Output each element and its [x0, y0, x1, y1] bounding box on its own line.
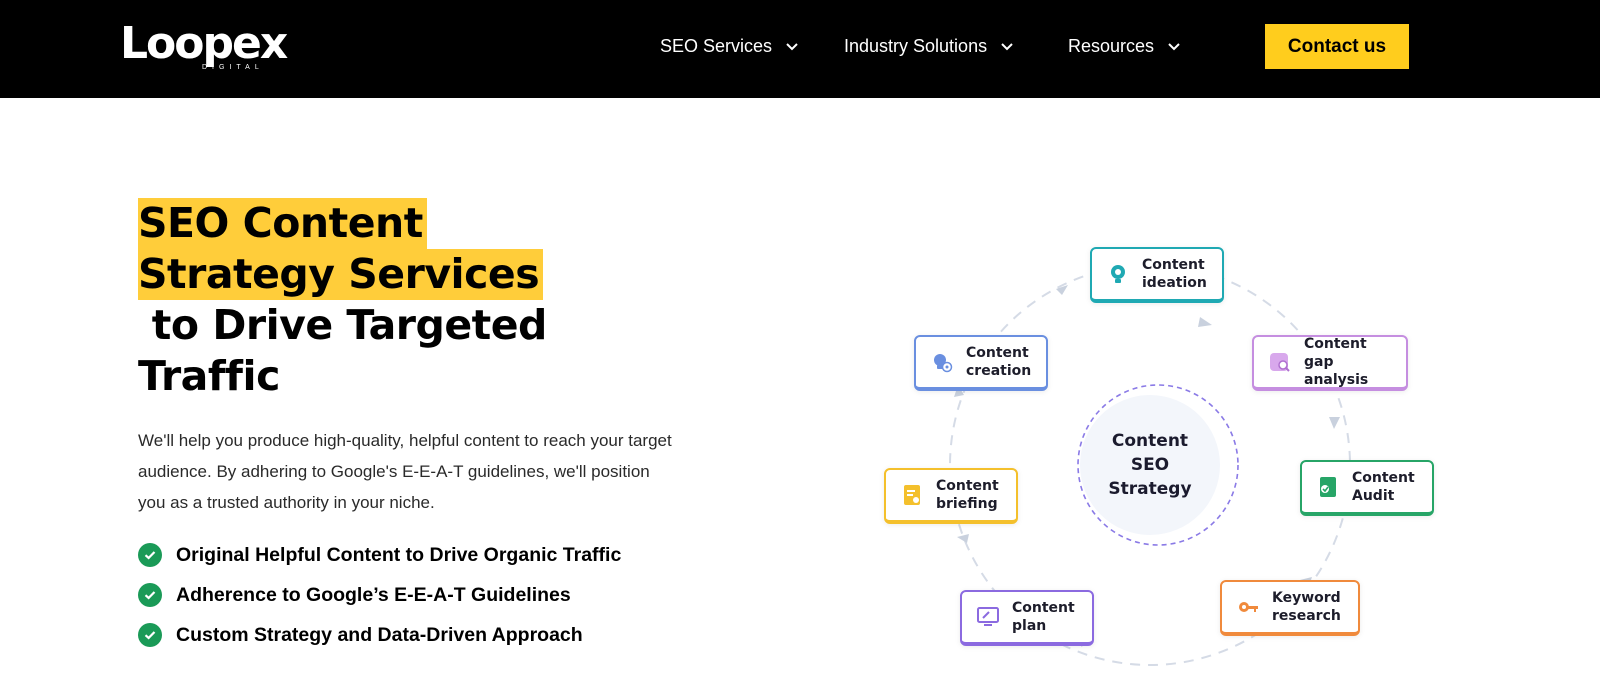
nav-item-label: Industry Solutions [844, 36, 988, 56]
hero-description: We'll help you produce high-quality, hel… [138, 431, 672, 512]
contact-us-button[interactable]: Contact us [1265, 24, 1409, 69]
feature-text: Custom Strategy and Data-Driven Approach [176, 623, 583, 646]
nav-item-label: SEO Services [660, 36, 773, 56]
node-content-audit[interactable]: Content Audit [1300, 460, 1434, 516]
diagram-center-label: Content SEO Strategy [1080, 395, 1220, 535]
node-content-gap-analysis[interactable]: Content gap analysis [1252, 335, 1408, 391]
chevron-down-icon [1001, 43, 1013, 51]
node-label: Content Audit [1352, 470, 1415, 504]
nav-seo-services[interactable]: SEO Services [660, 34, 800, 58]
feature-list: Original Helpful Content to Drive Organi… [138, 535, 621, 655]
logo-wordmark: Loopex [120, 18, 288, 69]
node-content-plan[interactable]: Content plan [960, 590, 1094, 646]
chevron-down-icon [1168, 43, 1180, 51]
audit-doc-icon [1320, 477, 1336, 497]
center-text: Content SEO Strategy [1108, 431, 1192, 499]
node-content-creation[interactable]: Content creation [914, 335, 1048, 391]
check-circle-icon [138, 543, 162, 567]
hero-title-line4: Traffic [138, 352, 280, 400]
brief-doc-icon [904, 485, 920, 505]
node-label: Content plan [1012, 600, 1075, 634]
monitor-icon [977, 607, 999, 626]
logo-subtitle: DIGITAL [202, 64, 264, 71]
hero-title-line2: Strategy Services [138, 249, 544, 300]
feature-text: Original Helpful Content to Drive Organi… [176, 543, 622, 566]
nav-industry-solutions[interactable]: Industry Solutions [844, 34, 1015, 58]
hero-title: SEO Content Strategy Services to Drive T… [138, 198, 547, 402]
node-label: Content gap analysis [1304, 336, 1369, 388]
chevron-down-icon [786, 43, 798, 51]
hero-title-line3: to Drive Targeted [138, 301, 548, 349]
lightbulb-icon [1111, 265, 1125, 283]
search-doc-icon [1270, 353, 1290, 372]
creation-bulb-icon [934, 354, 953, 373]
feature-item: Original Helpful Content to Drive Organi… [138, 535, 621, 575]
loopex-logo[interactable]: Loopex DIGITAL [120, 18, 288, 76]
feature-item: Custom Strategy and Data-Driven Approach [138, 615, 621, 655]
nav-resources[interactable]: Resources [1068, 34, 1182, 58]
node-content-briefing[interactable]: Content briefing [884, 468, 1018, 524]
top-nav: Loopex DIGITAL SEO Services Industry Sol… [0, 0, 1600, 98]
check-circle-icon [138, 623, 162, 647]
feature-item: Adherence to Google’s E-E-A-T Guidelines [138, 575, 621, 615]
node-label: Content briefing [936, 478, 999, 512]
check-circle-icon [138, 583, 162, 607]
node-label: Keyword research [1272, 590, 1341, 624]
node-keyword-research[interactable]: Keyword research [1220, 580, 1360, 636]
feature-text: Adherence to Google’s E-E-A-T Guidelines [176, 583, 571, 606]
node-content-ideation[interactable]: Content ideation [1090, 247, 1224, 303]
content-strategy-diagram: Content SEO Strategy Content ideation Co… [870, 235, 1450, 685]
key-icon [1239, 602, 1258, 612]
hero-title-line1: SEO Content [138, 198, 427, 249]
node-label: Content ideation [1142, 257, 1207, 291]
node-label: Content creation [966, 345, 1032, 379]
nav-item-label: Resources [1068, 36, 1155, 56]
